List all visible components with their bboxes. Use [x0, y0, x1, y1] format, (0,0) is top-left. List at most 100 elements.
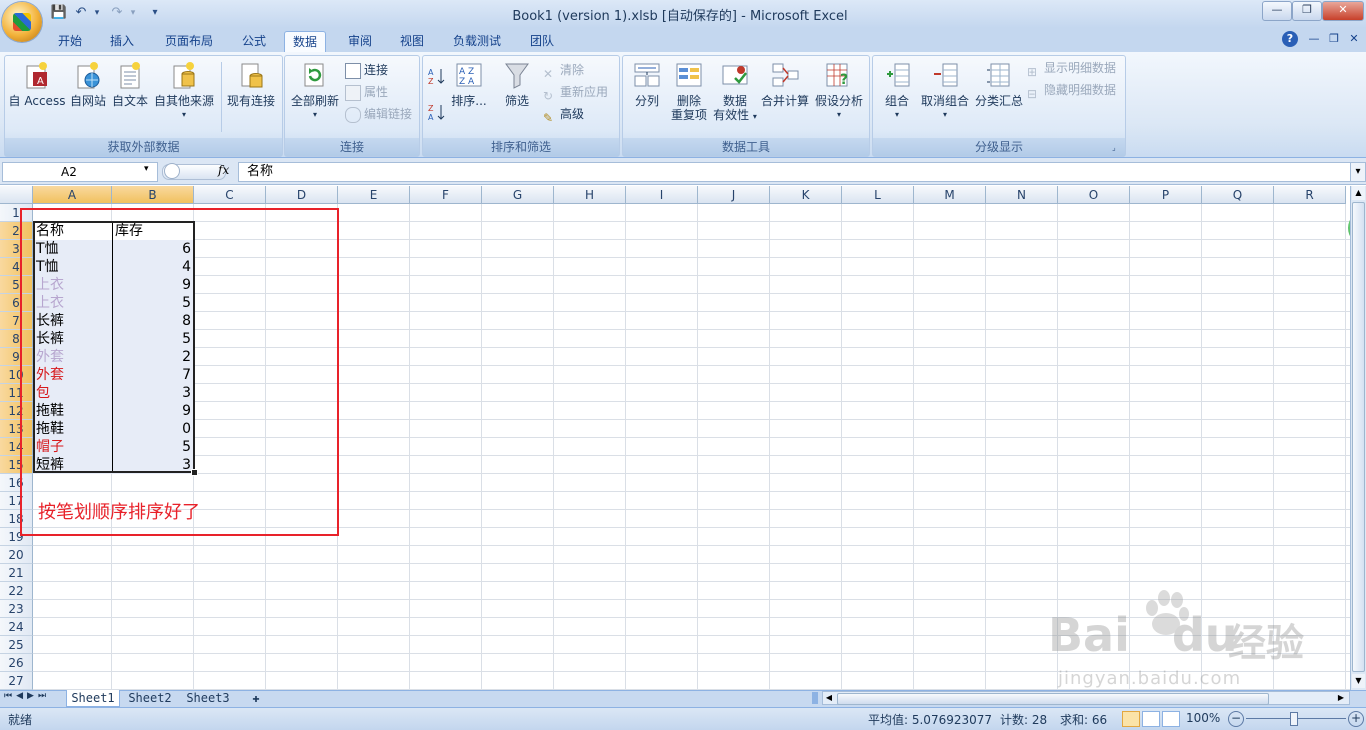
- vertical-scrollbar[interactable]: ▲ ▼: [1350, 186, 1366, 690]
- text-to-columns-button[interactable]: 分列: [627, 60, 667, 108]
- column-header-c[interactable]: C: [194, 186, 266, 204]
- name-box[interactable]: A2: [2, 162, 158, 182]
- row-header-20[interactable]: 20: [0, 546, 33, 564]
- save-icon[interactable]: 💾: [50, 4, 68, 22]
- column-header-f[interactable]: F: [410, 186, 482, 204]
- consolidate-button[interactable]: 合并计算: [759, 60, 811, 108]
- sheet-tab-3[interactable]: Sheet3: [182, 690, 234, 706]
- column-header-p[interactable]: P: [1130, 186, 1202, 204]
- column-header-e[interactable]: E: [338, 186, 410, 204]
- row-header-27[interactable]: 27: [0, 672, 33, 690]
- refresh-all-button[interactable]: 全部刷新 ▾: [287, 60, 343, 122]
- undo-dropdown-icon[interactable]: ▾: [88, 4, 106, 22]
- column-header-j[interactable]: J: [698, 186, 770, 204]
- advanced-filter-button[interactable]: ✎ 高级: [543, 104, 584, 125]
- column-header-o[interactable]: O: [1058, 186, 1130, 204]
- group-button[interactable]: 组合 ▾: [877, 60, 917, 122]
- column-header-l[interactable]: L: [842, 186, 914, 204]
- tab-formulas[interactable]: 公式: [234, 31, 274, 52]
- sort-button[interactable]: A ZZ A 排序...: [449, 60, 489, 108]
- minimize-button[interactable]: —: [1262, 1, 1292, 21]
- connections-button[interactable]: 连接: [345, 60, 388, 80]
- insert-sheet-icon[interactable]: ✚: [244, 690, 268, 706]
- from-text-button[interactable]: 自文本: [109, 60, 151, 108]
- ribbon-minimize-icon[interactable]: —: [1306, 32, 1322, 45]
- column-header-i[interactable]: I: [626, 186, 698, 204]
- scroll-right-icon[interactable]: ▶: [1335, 692, 1347, 704]
- tab-insert[interactable]: 插入: [102, 31, 142, 52]
- column-header-b[interactable]: B: [112, 186, 194, 204]
- column-header-a[interactable]: A: [33, 186, 112, 204]
- page-break-view-icon[interactable]: [1162, 711, 1180, 727]
- edit-links-button[interactable]: 编辑链接: [345, 104, 412, 124]
- office-button[interactable]: [2, 2, 42, 42]
- help-icon[interactable]: ?: [1282, 31, 1298, 47]
- sheet-tab-1[interactable]: Sheet1: [66, 690, 120, 707]
- formula-expand-icon[interactable]: ▾: [1350, 162, 1366, 182]
- ribbon-restore-icon[interactable]: ❐: [1326, 32, 1342, 45]
- sort-descending-icon[interactable]: ZA: [427, 102, 447, 122]
- tab-review[interactable]: 审阅: [340, 31, 380, 52]
- row-header-22[interactable]: 22: [0, 582, 33, 600]
- scroll-up-icon[interactable]: ▲: [1352, 186, 1365, 200]
- column-header-g[interactable]: G: [482, 186, 554, 204]
- tab-load-test[interactable]: 负载测试: [445, 31, 509, 52]
- restore-button[interactable]: ❐: [1292, 1, 1322, 21]
- sheet-nav-icons[interactable]: ⏮◀▶⏭: [4, 691, 50, 701]
- filter-button[interactable]: 筛选: [497, 60, 537, 108]
- ribbon-close-icon[interactable]: ✕: [1346, 32, 1362, 45]
- subtotal-button[interactable]: 分类汇总: [973, 60, 1025, 108]
- column-header-m[interactable]: M: [914, 186, 986, 204]
- dialog-launcher-icon[interactable]: ⌟: [1112, 143, 1122, 153]
- close-button[interactable]: ✕: [1322, 1, 1364, 21]
- scroll-down-icon[interactable]: ▼: [1352, 674, 1365, 688]
- tab-data[interactable]: 数据: [284, 31, 327, 53]
- scroll-left-icon[interactable]: ◀: [823, 692, 835, 704]
- properties-button[interactable]: 属性: [345, 82, 388, 102]
- zoom-out-icon[interactable]: −: [1228, 711, 1244, 727]
- hide-detail-button[interactable]: ⊟ 隐藏明细数据: [1027, 80, 1116, 101]
- horizontal-scroll-thumb[interactable]: [837, 693, 1269, 705]
- what-if-analysis-button[interactable]: ? 假设分析 ▾: [813, 60, 865, 122]
- horizontal-scrollbar[interactable]: ◀ ▶: [822, 691, 1350, 705]
- tab-split-handle[interactable]: [812, 692, 818, 704]
- reapply-button[interactable]: ↻ 重新应用: [543, 82, 608, 103]
- tab-team[interactable]: 团队: [522, 31, 562, 52]
- existing-connections-button[interactable]: 现有连接: [223, 60, 279, 108]
- sheet-tab-2[interactable]: Sheet2: [124, 690, 176, 706]
- tab-home[interactable]: 开始: [50, 31, 90, 52]
- show-detail-button[interactable]: ⊞ 显示明细数据: [1027, 58, 1116, 79]
- from-other-sources-button[interactable]: 自其他来源 ▾: [151, 60, 217, 122]
- clear-filter-button[interactable]: ✕ 清除: [543, 60, 584, 81]
- page-layout-view-icon[interactable]: [1142, 711, 1160, 727]
- column-header-r[interactable]: R: [1274, 186, 1346, 204]
- redo-dropdown-icon[interactable]: ▾: [124, 4, 142, 22]
- vertical-scroll-thumb[interactable]: [1352, 202, 1365, 672]
- remove-duplicates-button[interactable]: 删除 重复项: [669, 60, 709, 122]
- normal-view-icon[interactable]: [1122, 711, 1140, 727]
- sort-ascending-icon[interactable]: AZ: [427, 66, 447, 86]
- from-web-button[interactable]: 自网站: [67, 60, 109, 108]
- column-header-q[interactable]: Q: [1202, 186, 1274, 204]
- column-header-d[interactable]: D: [266, 186, 338, 204]
- tab-page-layout[interactable]: 页面布局: [157, 31, 221, 52]
- insert-function-icon[interactable]: fx: [218, 163, 229, 177]
- column-header-h[interactable]: H: [554, 186, 626, 204]
- column-header-k[interactable]: K: [770, 186, 842, 204]
- row-header-21[interactable]: 21: [0, 564, 33, 582]
- customize-qat-icon[interactable]: ▾: [146, 4, 164, 22]
- ungroup-button[interactable]: 取消组合 ▾: [919, 60, 971, 122]
- from-access-button[interactable]: A 自 Access: [7, 60, 67, 108]
- row-header-26[interactable]: 26: [0, 654, 33, 672]
- row-header-25[interactable]: 25: [0, 636, 33, 654]
- data-validation-button[interactable]: 数据 有效性 ▾: [711, 60, 759, 124]
- column-header-n[interactable]: N: [986, 186, 1058, 204]
- tab-view[interactable]: 视图: [392, 31, 432, 52]
- zoom-in-icon[interactable]: +: [1348, 711, 1364, 727]
- select-all-corner[interactable]: [0, 186, 33, 204]
- row-header-23[interactable]: 23: [0, 600, 33, 618]
- row-header-24[interactable]: 24: [0, 618, 33, 636]
- name-box-dropdown-icon[interactable]: ▾: [144, 164, 149, 174]
- zoom-slider-thumb[interactable]: [1290, 712, 1298, 726]
- zoom-level[interactable]: 100%: [1186, 711, 1220, 725]
